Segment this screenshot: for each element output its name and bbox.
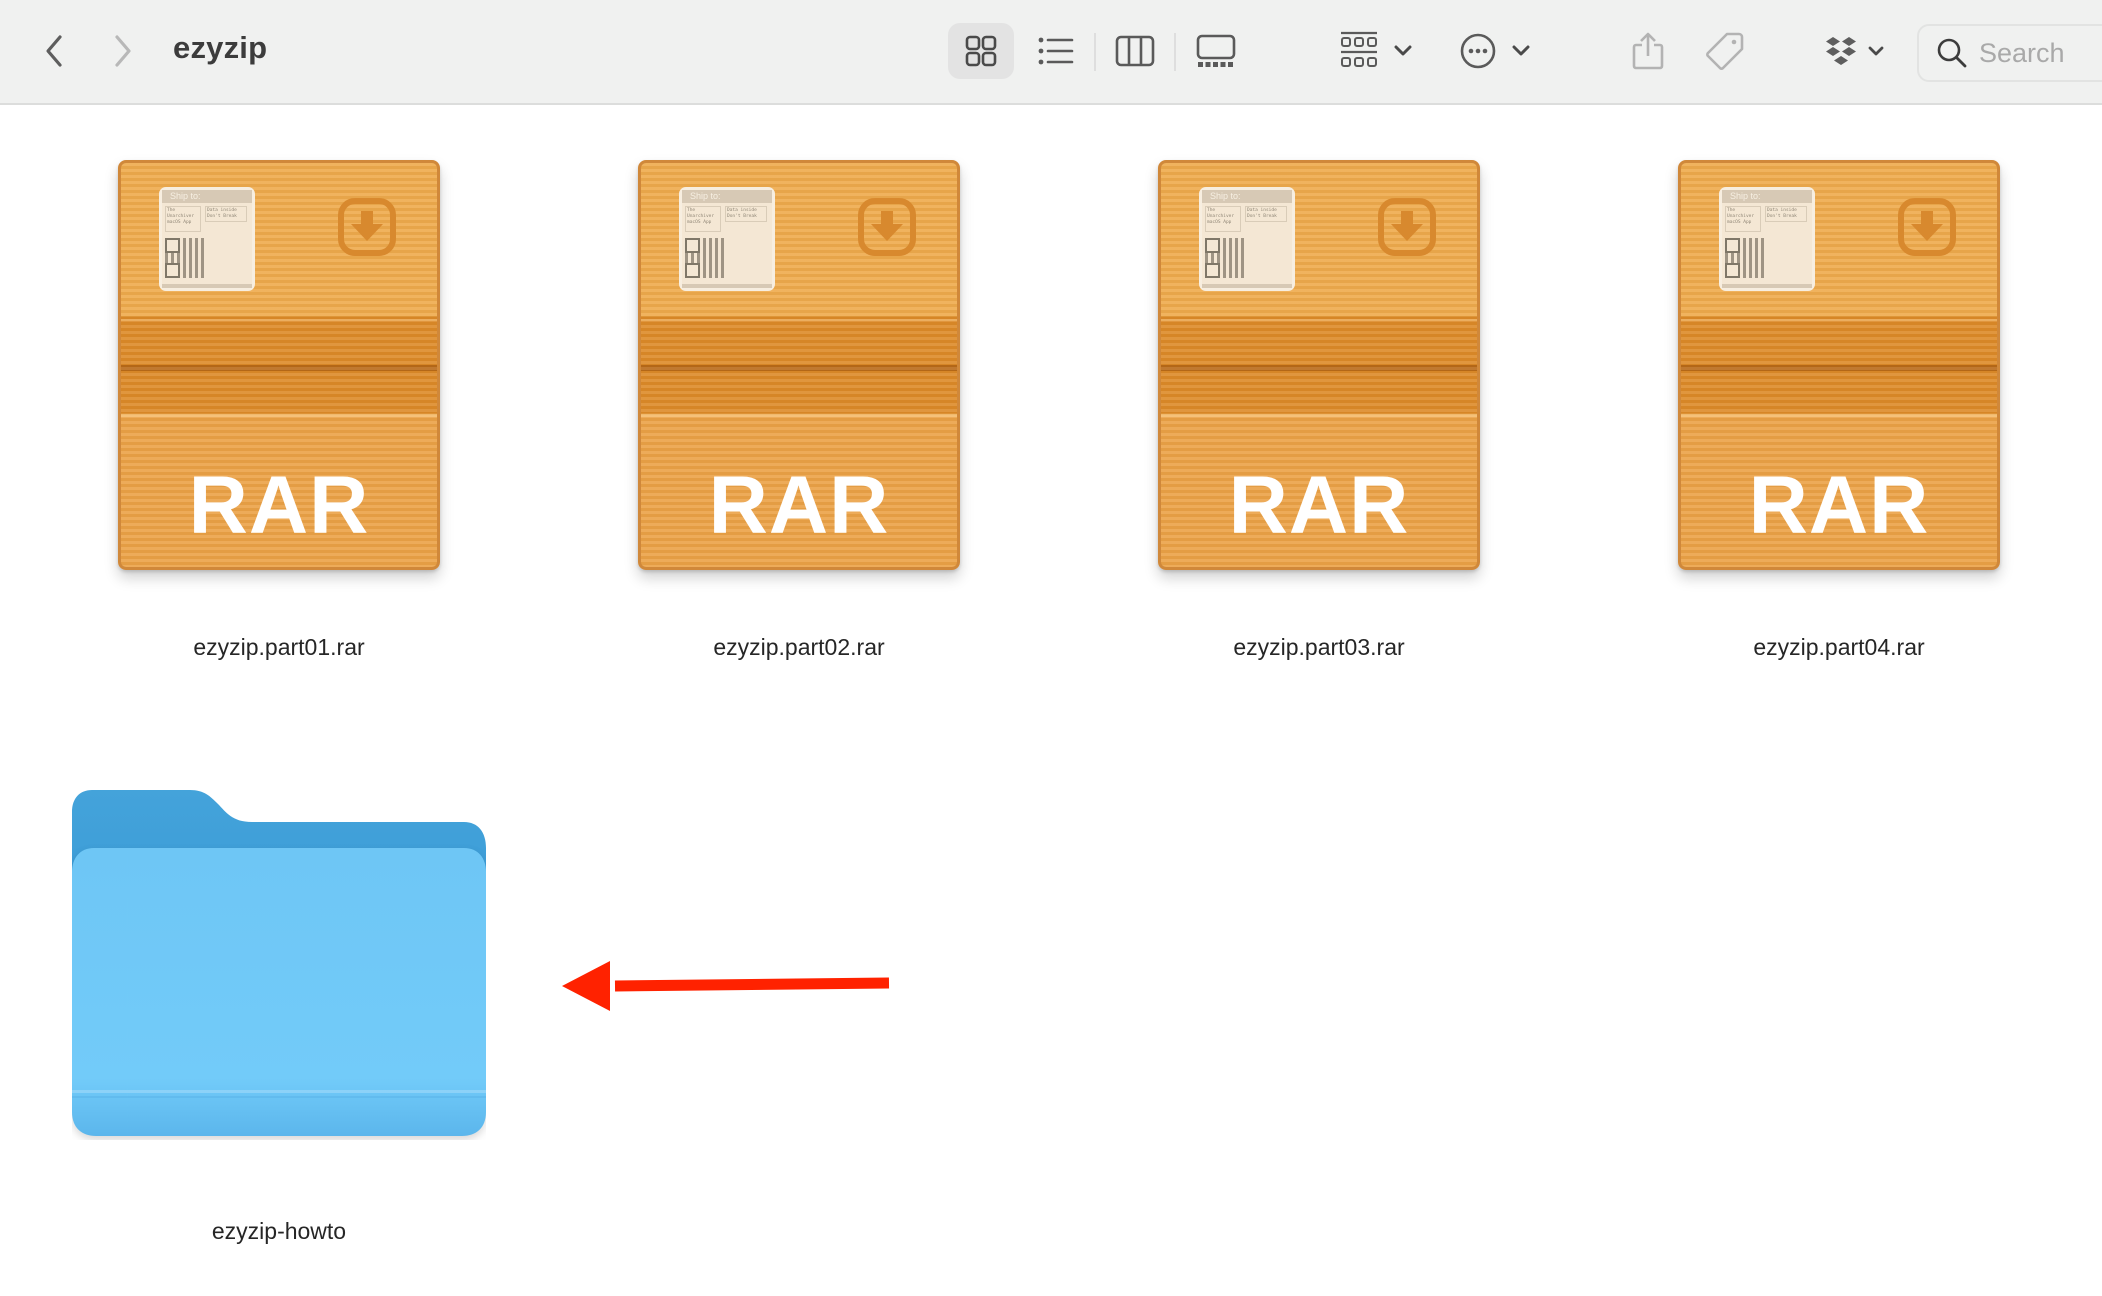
download-arrow-icon — [858, 198, 916, 256]
annotation-arrow-icon — [562, 961, 890, 1011]
list-icon — [1038, 37, 1074, 65]
box-tape-edge — [1161, 414, 1477, 417]
dropbox-icon — [1826, 37, 1856, 65]
chevron-right-icon — [115, 35, 131, 67]
chevron-left-icon — [46, 35, 62, 67]
chevron-down-icon — [1868, 46, 1884, 56]
gallery-view-button[interactable] — [1184, 23, 1248, 79]
qr-code-icon — [685, 238, 725, 278]
shipping-label: Ship to: The Unarchiver macOS App Data i… — [679, 187, 775, 291]
rar-badge: RAR — [708, 460, 890, 551]
qr-code-icon — [1205, 238, 1245, 278]
download-arrow-icon — [1378, 198, 1436, 256]
rar-file-icon[interactable]: Ship to: The Unarchiver macOS App Data i… — [638, 160, 960, 570]
chevron-down-icon — [1394, 45, 1412, 56]
box-tape-edge — [641, 319, 957, 321]
file-name-label[interactable]: ezyzip.part02.rar — [619, 634, 979, 661]
shipping-label: Ship to: The Unarchiver macOS App Data i… — [1719, 187, 1815, 291]
search-field[interactable]: Search — [1917, 24, 2102, 82]
shipping-label: Ship to: The Unarchiver macOS App Data i… — [1199, 187, 1295, 291]
ellipsis-circle-icon — [1460, 33, 1496, 69]
back-button[interactable] — [32, 25, 76, 77]
file-name-label[interactable]: ezyzip.part03.rar — [1139, 634, 1499, 661]
tag-icon — [1706, 32, 1744, 70]
search-icon — [1937, 38, 1967, 68]
qr-code-icon — [165, 238, 205, 278]
folder-icon[interactable] — [72, 790, 486, 1140]
rar-badge: RAR — [1228, 460, 1410, 551]
box-tape-edge — [121, 319, 437, 321]
toolbar-divider — [1094, 33, 1096, 71]
icon-view-button[interactable] — [948, 23, 1014, 79]
download-arrow-icon — [1898, 198, 1956, 256]
action-menu-button[interactable] — [1455, 28, 1535, 74]
box-tape-edge — [1681, 414, 1997, 417]
box-tape-edge — [121, 414, 437, 417]
window-title: ezyzip — [173, 30, 268, 65]
list-view-button[interactable] — [1025, 23, 1087, 79]
rar-badge: RAR — [1748, 460, 1930, 551]
search-placeholder: Search — [1979, 38, 2065, 68]
column-view-button[interactable] — [1105, 23, 1165, 79]
rar-file-icon[interactable]: Ship to: The Unarchiver macOS App Data i… — [1678, 160, 2000, 570]
dropbox-button[interactable] — [1820, 28, 1890, 74]
chevron-down-icon — [1512, 45, 1530, 56]
download-arrow-icon — [338, 198, 396, 256]
rar-file-icon[interactable]: Ship to: The Unarchiver macOS App Data i… — [1158, 160, 1480, 570]
file-name-label[interactable]: ezyzip.part04.rar — [1659, 634, 2019, 661]
tag-button[interactable] — [1700, 26, 1750, 76]
qr-code-icon — [1725, 238, 1765, 278]
shipping-label: Ship to: The Unarchiver macOS App Data i… — [159, 187, 255, 291]
toolbar-divider — [1174, 33, 1176, 71]
box-tape-edge — [1681, 319, 1997, 321]
forward-button[interactable] — [101, 25, 145, 77]
share-icon — [1632, 32, 1664, 70]
folder-name-label[interactable]: ezyzip-howto — [99, 1218, 459, 1245]
group-by-button[interactable] — [1336, 28, 1416, 74]
group-by-icon — [1341, 31, 1377, 67]
box-tape-edge — [1161, 319, 1477, 321]
share-button[interactable] — [1626, 26, 1670, 76]
columns-icon — [1115, 35, 1155, 67]
rar-file-icon[interactable]: Ship to: The Unarchiver macOS App Data i… — [118, 160, 440, 570]
box-tape-edge — [641, 414, 957, 417]
rar-badge: RAR — [188, 460, 370, 551]
file-name-label[interactable]: ezyzip.part01.rar — [99, 634, 459, 661]
grid-icon — [965, 35, 997, 67]
finder-toolbar: ezyzip Search — [0, 0, 2102, 105]
gallery-icon — [1196, 34, 1236, 67]
